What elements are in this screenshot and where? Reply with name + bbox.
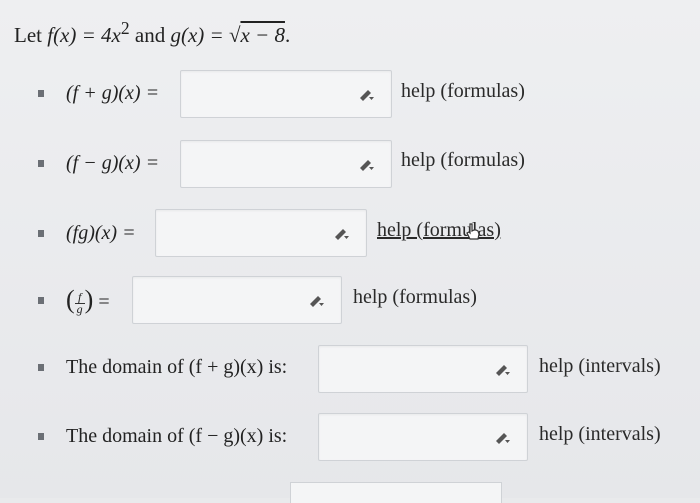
equals-sign: = [98, 291, 110, 313]
intro-prefix: Let [14, 23, 48, 47]
row-label: The domain of (f + g)(x) is: [66, 356, 288, 378]
pencil-icon[interactable] [357, 87, 375, 101]
row-f-times-g: (fg)(x) = [38, 222, 136, 245]
row-label: (f + g)(x) = [66, 82, 160, 104]
pencil-icon[interactable] [307, 293, 325, 307]
problem-statement: Let f(x) = 4x2 and g(x) = √x − 8. [14, 18, 290, 48]
row-f-plus-g: (f + g)(x) = [38, 82, 159, 105]
intro-period: . [284, 23, 291, 47]
row-domain-f-plus-g: The domain of (f + g)(x) is: [38, 356, 287, 379]
pencil-icon[interactable] [493, 430, 511, 444]
problem-page: Let f(x) = 4x2 and g(x) = √x − 8. (f + g… [0, 0, 700, 503]
bullet [38, 433, 44, 440]
hand-cursor-icon [466, 223, 480, 240]
pencil-icon[interactable] [332, 226, 350, 240]
answer-box-fg[interactable] [155, 209, 367, 257]
next-answer-box-partial[interactable] [290, 482, 502, 503]
fraction: fg [74, 289, 85, 316]
help-formulas-link-3[interactable]: help (formulas) [377, 219, 501, 242]
bullet [38, 90, 44, 97]
help-formulas-link-1[interactable]: help (formulas) [401, 80, 525, 103]
pencil-icon[interactable] [357, 157, 375, 171]
f-definition: f(x) = 4x [47, 23, 121, 47]
answer-box-domain-f-plus-g[interactable] [318, 345, 528, 393]
row-label: (f − g)(x) = [66, 152, 160, 174]
row-f-minus-g: (f − g)(x) = [38, 152, 159, 175]
row-f-over-g: (f g) = [38, 285, 110, 315]
intro-and: and [129, 23, 171, 47]
g-definition: g(x) = [170, 23, 229, 47]
f-exponent: 2 [120, 18, 130, 38]
bullet [38, 230, 44, 237]
help-formulas-link-2[interactable]: help (formulas) [401, 149, 525, 172]
sqrt-symbol: √ [228, 23, 241, 47]
answer-box-domain-f-minus-g[interactable] [318, 413, 528, 461]
bullet [38, 296, 44, 304]
row-label: The domain of (f − g)(x) is: [66, 425, 288, 447]
quotient-label: (f g) = [66, 285, 110, 316]
row-domain-f-minus-g: The domain of (f − g)(x) is: [38, 425, 287, 448]
help-intervals-link-2[interactable]: help (intervals) [539, 423, 661, 446]
sqrt-argument: x − 8 [240, 23, 285, 47]
pencil-icon[interactable] [493, 362, 511, 376]
answer-box-f-over-g[interactable] [132, 276, 342, 324]
help-formulas-link-4[interactable]: help (formulas) [353, 286, 477, 309]
bullet [38, 364, 44, 371]
answer-box-f-minus-g[interactable] [180, 140, 392, 188]
row-label: (fg)(x) = [66, 222, 136, 244]
help-intervals-link-1[interactable]: help (intervals) [539, 355, 661, 378]
answer-box-f-plus-g[interactable] [180, 70, 392, 118]
bullet [38, 160, 44, 167]
